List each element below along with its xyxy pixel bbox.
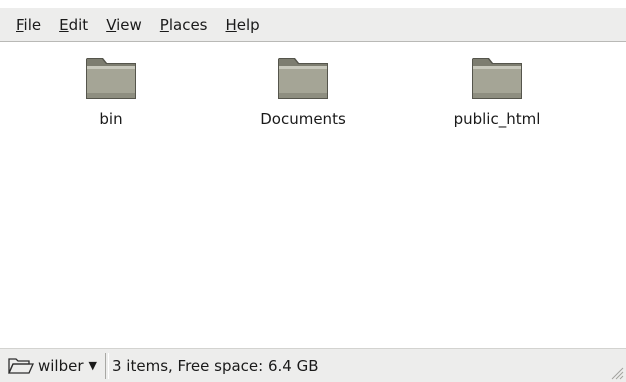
icon-view: bin Documents public_html	[0, 43, 626, 348]
menu-bar: File Edit View Places Help	[0, 8, 626, 42]
folder-icon	[278, 58, 328, 99]
status-bar: wilber ▼ 3 items, Free space: 6.4 GB	[0, 348, 626, 382]
menu-view[interactable]: View	[102, 14, 146, 36]
menu-edit[interactable]: Edit	[55, 14, 92, 36]
folder-item-public-html[interactable]: public_html	[427, 53, 567, 128]
dropdown-arrow-icon: ▼	[88, 359, 97, 372]
file-label: Documents	[260, 110, 346, 128]
status-text: 3 items, Free space: 6.4 GB	[112, 356, 319, 375]
menu-help[interactable]: Help	[222, 14, 264, 36]
location-label: wilber	[38, 356, 84, 375]
folder-icon	[472, 58, 522, 99]
folder-icon	[86, 58, 136, 99]
folder-item-documents[interactable]: Documents	[233, 53, 373, 128]
file-label: public_html	[453, 110, 541, 128]
file-label: bin	[99, 110, 123, 128]
file-manager-window: File Edit View Places Help bin Documents…	[0, 0, 626, 382]
folder-open-icon	[8, 357, 34, 374]
status-separator	[105, 352, 109, 379]
menu-file[interactable]: File	[12, 14, 45, 36]
resize-grip-icon[interactable]	[608, 364, 624, 380]
folder-item-bin[interactable]: bin	[41, 53, 181, 128]
location-button[interactable]: wilber ▼	[2, 352, 101, 380]
menu-places[interactable]: Places	[156, 14, 212, 36]
